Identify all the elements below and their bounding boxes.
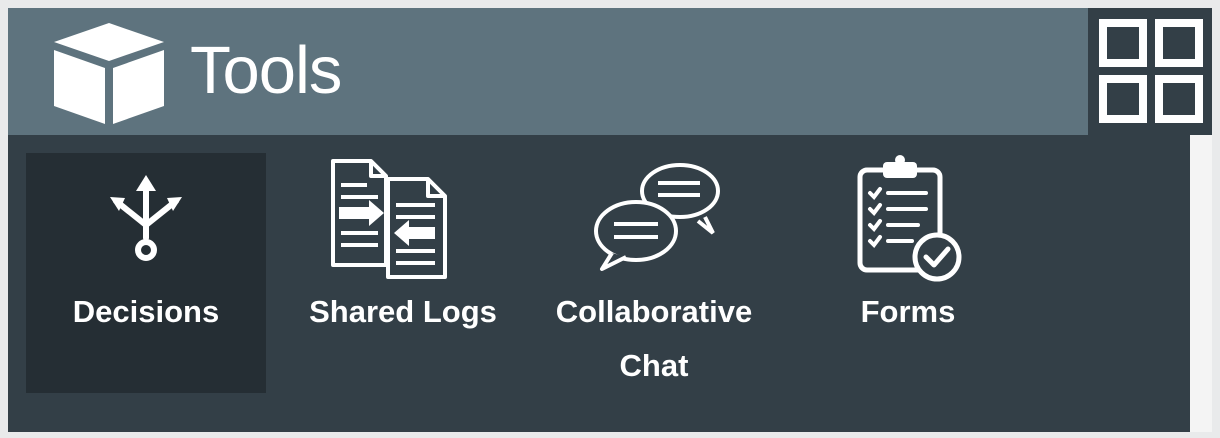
header-bar: Tools [8, 8, 1088, 135]
tool-shared-logs[interactable]: Shared Logs [283, 153, 523, 393]
grid-icon [1099, 19, 1203, 123]
tool-label: Forms [860, 294, 956, 329]
tool-label: Shared Logs [309, 294, 497, 329]
vertical-scrollbar[interactable] [1190, 135, 1212, 432]
tool-label: Decisions [72, 294, 220, 329]
tools-panel: Tools Decisions Shared Logs Collaborativ… [8, 8, 1212, 432]
chat-bubbles-icon [594, 163, 720, 271]
app-grid-button[interactable] [1088, 8, 1212, 135]
tool-collaborative-chat[interactable]: Collaborative Chat [528, 153, 780, 393]
tool-decisions[interactable]: Decisions [26, 153, 266, 393]
document-exchange-icon [331, 159, 447, 279]
cube-icon [54, 23, 164, 124]
branching-arrows-icon [110, 175, 182, 261]
tool-forms[interactable]: Forms [788, 153, 1028, 393]
clipboard-check-icon [857, 155, 962, 282]
tool-label: Collaborative Chat [555, 294, 753, 383]
page-title: Tools [190, 33, 342, 108]
